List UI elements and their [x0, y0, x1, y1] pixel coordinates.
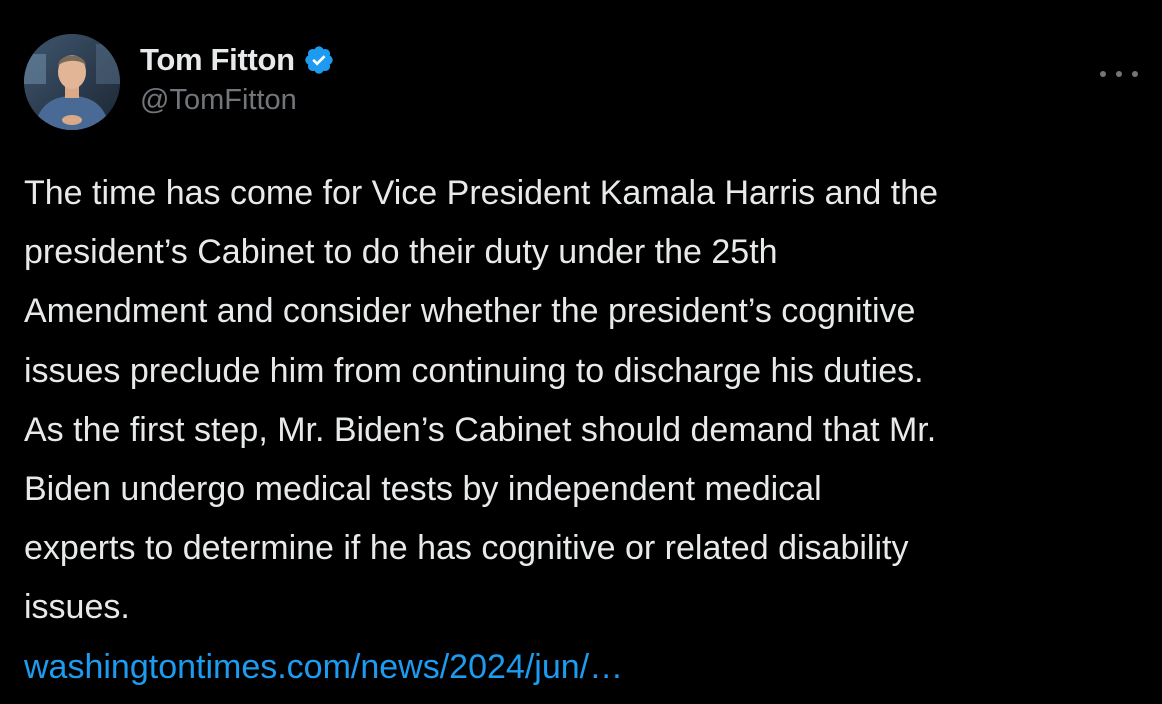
- tweet-card: Tom Fitton @TomFitton The time has come …: [0, 0, 1162, 704]
- ellipsis-icon: [1132, 71, 1138, 77]
- avatar-photo: [24, 34, 120, 130]
- verified-badge-icon: [303, 44, 335, 76]
- tweet-text-line: issues preclude him from continuing to d…: [24, 351, 924, 390]
- tweet-text-line: president’s Cabinet to do their duty und…: [24, 233, 778, 272]
- tweet-text-line: experts to determine if he has cognitive…: [24, 529, 909, 568]
- name-row: Tom Fitton: [140, 38, 335, 82]
- avatar[interactable]: [24, 34, 120, 130]
- author-block: Tom Fitton @TomFitton: [140, 38, 335, 117]
- display-name[interactable]: Tom Fitton: [140, 42, 295, 78]
- ellipsis-icon: [1116, 71, 1122, 77]
- user-handle[interactable]: @TomFitton: [140, 84, 335, 117]
- tweet-text: The time has come for Vice President Kam…: [24, 164, 1144, 697]
- article-link[interactable]: washingtontimes.com/news/2024/jun/…: [24, 648, 623, 686]
- tweet-text-line: Amendment and consider whether the presi…: [24, 292, 916, 331]
- more-options-button[interactable]: [1100, 62, 1138, 86]
- tweet-text-line: issues.: [24, 588, 130, 627]
- tweet-text-line: As the first step, Mr. Biden’s Cabinet s…: [24, 410, 937, 449]
- ellipsis-icon: [1100, 71, 1106, 77]
- tweet-text-line: The time has come for Vice President Kam…: [24, 174, 939, 212]
- tweet-text-line: Biden undergo medical tests by independe…: [24, 470, 822, 509]
